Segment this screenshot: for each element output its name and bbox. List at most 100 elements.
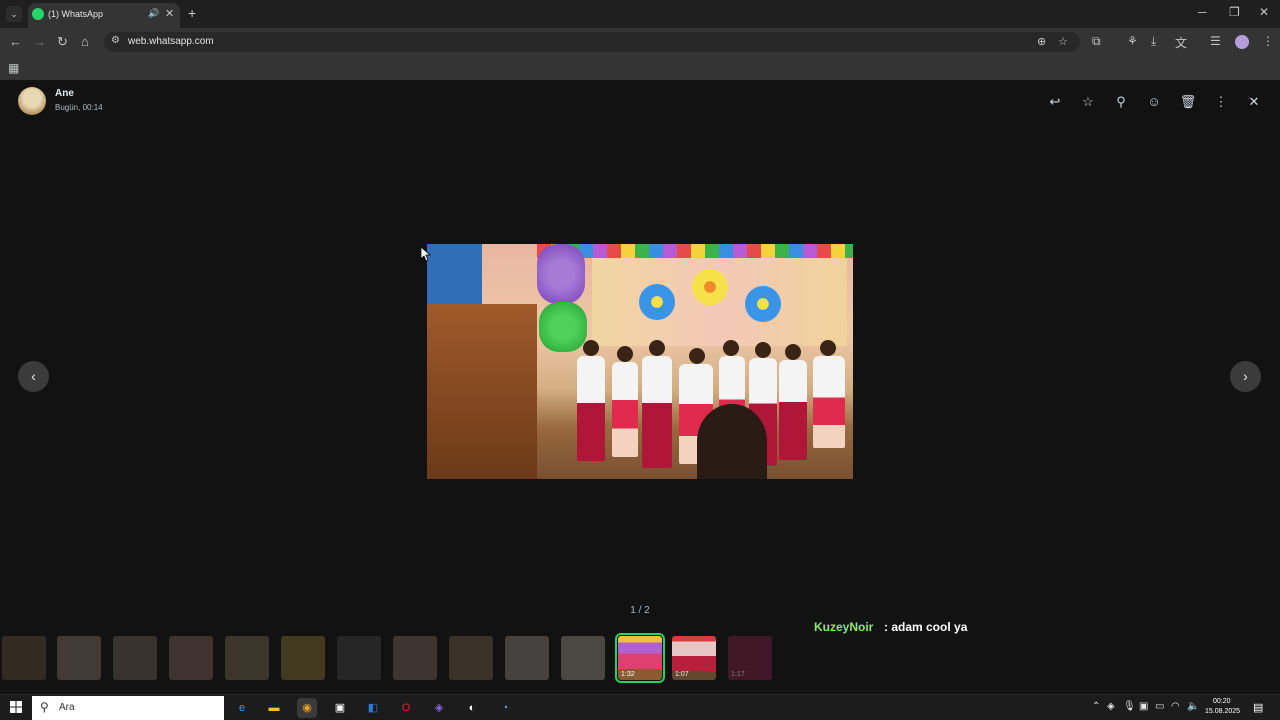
address-bar[interactable]: ⚙ web.whatsapp.com ⊕ ☆	[104, 32, 1080, 52]
speaker-icon[interactable]: 🔊	[148, 8, 159, 19]
media-thumbnail[interactable]	[169, 636, 213, 680]
photo-child	[612, 362, 638, 457]
install-app-icon[interactable]: ⊕	[1037, 35, 1046, 48]
media-thumbnail[interactable]	[281, 636, 325, 680]
back-button[interactable]: ←	[9, 34, 22, 49]
opera-icon[interactable]: O	[396, 698, 416, 718]
obs-icon[interactable]: ◐	[462, 698, 482, 718]
photo-balloon-column	[537, 244, 585, 304]
photo-balloon-flower	[692, 269, 728, 305]
photo-child-head	[689, 348, 705, 364]
windows-start-icon[interactable]	[10, 701, 22, 713]
search-placeholder: Ara	[59, 702, 75, 713]
photo-child-head	[649, 340, 665, 356]
volume-icon[interactable]: 🔈	[1187, 701, 1199, 712]
media-thumbnail[interactable]	[505, 636, 549, 680]
tab-search-button[interactable]: ⌄	[6, 6, 22, 22]
star-icon[interactable]: ☆	[1078, 92, 1098, 112]
media-thumbnail[interactable]	[2, 636, 46, 680]
search-icon: ⚲	[40, 700, 49, 714]
sender-avatar[interactable]	[18, 87, 46, 115]
home-button[interactable]: ⌂	[81, 34, 89, 49]
file-explorer-icon[interactable]: ▬	[264, 698, 284, 718]
mouse-cursor-icon	[421, 247, 431, 262]
discord-icon[interactable]: ◈	[429, 698, 449, 718]
microphone-icon[interactable]: 🎙	[1123, 701, 1136, 712]
previous-media-button[interactable]: ‹	[18, 361, 49, 392]
new-tab-button[interactable]: +	[188, 5, 196, 21]
edge-icon[interactable]: e	[232, 698, 252, 718]
taskbar-search[interactable]: ⚲ Ara	[32, 696, 224, 720]
media-thumbnail[interactable]: 1:07	[672, 636, 716, 680]
outlook-icon[interactable]: ◧	[363, 698, 383, 718]
bookmarks-bar: ▦	[0, 56, 1280, 80]
performance-icon[interactable]: ⚘	[1127, 34, 1138, 48]
browser-tabstrip: ⌄ (1) WhatsApp 🔊 ✕ + ─ ❐ ✕	[0, 0, 1280, 28]
photo-balloon-column	[539, 302, 587, 352]
video-duration: 1:32	[621, 671, 635, 678]
chevron-up-icon[interactable]: ⌃	[1092, 701, 1100, 712]
stream-chat-overlay: KuzeyNoir : adam cool ya	[806, 616, 1280, 638]
next-media-button[interactable]: ›	[1230, 361, 1261, 392]
extensions-icon[interactable]: ⧉	[1092, 34, 1101, 49]
camera-icon[interactable]: ▣	[1139, 701, 1148, 712]
chat-username: KuzeyNoir	[814, 620, 874, 634]
media-video[interactable]	[427, 244, 853, 479]
photo-balloon-garland	[537, 244, 853, 258]
media-thumbnail[interactable]	[113, 636, 157, 680]
url-text[interactable]: web.whatsapp.com	[128, 36, 214, 47]
whatsapp-icon	[32, 8, 44, 20]
photo-child	[642, 356, 672, 468]
download-icon[interactable]: ⤓	[1151, 34, 1156, 49]
media-viewer: Ane Bugün, 00:14 ↩ ☆ ⚲ ☺ 🗑 ⋮ ✕ ‹ › 1 / 2…	[0, 80, 1280, 694]
profile-avatar[interactable]	[1235, 35, 1249, 49]
clock-time[interactable]: 00:20	[1213, 698, 1231, 705]
video-duration: 1:07	[675, 671, 689, 678]
notifications-icon[interactable]: ▤	[1253, 701, 1263, 714]
discord-tray-icon[interactable]: ◈	[1107, 701, 1115, 712]
reply-icon[interactable]: ↩	[1045, 92, 1065, 112]
chrome-icon[interactable]: ◉	[297, 698, 317, 718]
tab-whatsapp[interactable]: (1) WhatsApp 🔊 ✕	[28, 3, 180, 28]
store-icon[interactable]: ▣	[330, 698, 350, 718]
media-thumbnail[interactable]: 1:17	[728, 636, 772, 680]
close-icon[interactable]: ✕	[1244, 92, 1264, 112]
photo-foreground-head	[697, 404, 767, 479]
media-thumbnail[interactable]	[337, 636, 381, 680]
photo-child-head	[755, 342, 771, 358]
site-info-icon[interactable]: ⚙	[111, 35, 120, 46]
reading-list-icon[interactable]: ☰	[1210, 34, 1221, 48]
photo-child-head	[785, 344, 801, 360]
media-thumbnail-current[interactable]: 1:32	[615, 633, 665, 683]
media-thumbnail[interactable]	[561, 636, 605, 680]
media-thumbnail[interactable]	[393, 636, 437, 680]
delete-icon[interactable]: 🗑	[1178, 92, 1198, 112]
steam-icon[interactable]: ◔	[495, 698, 515, 718]
sender-name[interactable]: Ane	[55, 88, 74, 99]
photo-shelf	[427, 304, 537, 479]
translate-icon[interactable]: 文	[1175, 34, 1187, 51]
photo-child-head	[617, 346, 633, 362]
battery-icon[interactable]: ▭	[1155, 701, 1164, 712]
photo-child-head	[583, 340, 599, 356]
pin-icon[interactable]: ⚲	[1111, 92, 1131, 112]
react-icon[interactable]: ☺	[1144, 92, 1164, 112]
minimize-button[interactable]: ─	[1198, 5, 1207, 19]
tab-close-icon[interactable]: ✕	[165, 7, 174, 20]
apps-icon[interactable]: ▦	[8, 61, 19, 75]
restore-button[interactable]: ❐	[1229, 5, 1240, 19]
browser-menu-icon[interactable]: ⋮	[1262, 34, 1274, 48]
media-thumbnail[interactable]	[225, 636, 269, 680]
forward-button[interactable]: →	[33, 34, 46, 49]
chat-message: : adam cool ya	[884, 620, 968, 634]
menu-icon[interactable]: ⋮	[1211, 92, 1231, 112]
photo-balloon-flower	[745, 286, 781, 322]
window-close-button[interactable]: ✕	[1259, 5, 1269, 19]
bookmark-star-icon[interactable]: ☆	[1058, 35, 1068, 48]
reload-button[interactable]: ↻	[57, 34, 68, 50]
media-thumbnail[interactable]	[57, 636, 101, 680]
media-thumbnail[interactable]	[449, 636, 493, 680]
photo-child-head	[723, 340, 739, 356]
wifi-icon[interactable]: ◠	[1171, 701, 1180, 712]
clock-date[interactable]: 15.08.2025	[1205, 708, 1240, 715]
